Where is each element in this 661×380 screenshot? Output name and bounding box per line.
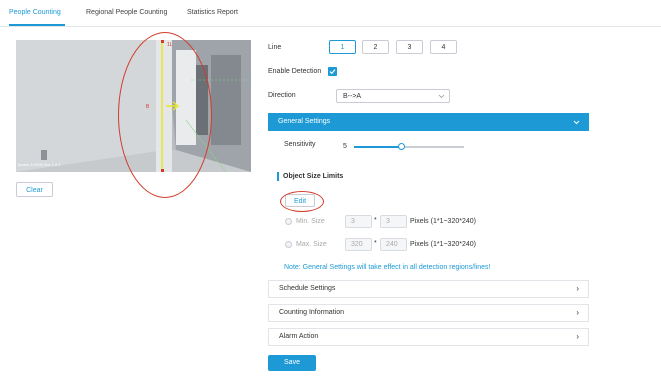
min-size-height-input[interactable]: 3 [380,215,407,228]
alarm-action-section[interactable]: Alarm Action › [268,328,589,346]
times-symbol: * [374,240,377,247]
line-option-3[interactable]: 3 [396,40,423,54]
sensitivity-slider-fill [354,146,402,148]
chevron-right-icon: › [576,308,579,317]
enable-detection-label: Enable Detection [268,68,322,75]
general-settings-title: General Settings [278,118,331,125]
counting-information-section[interactable]: Counting Information › [268,304,589,322]
line-label: Line [268,44,282,51]
direction-select[interactable]: B-->A [336,89,450,103]
clear-button[interactable]: Clear [16,182,53,197]
sensitivity-slider-handle[interactable] [398,143,405,150]
video-timestamp-overlay: Ipcam 1:00:00 Ecr 1:2:1 [18,162,61,167]
max-size-label: Max. Size [296,241,327,248]
line-option-4[interactable]: 4 [430,40,457,54]
tab-people-counting[interactable]: People Counting [9,9,61,16]
check-icon [329,69,336,75]
schedule-settings-label: Schedule Settings [279,285,336,292]
line-option-2[interactable]: 2 [362,40,389,54]
tab-regional-people-counting[interactable]: Regional People Counting [86,9,167,16]
alarm-action-label: Alarm Action [279,333,319,340]
chevron-right-icon: › [576,284,579,293]
tab-bar: People Counting Regional People Counting… [0,0,661,27]
min-size-units: Pixels (1*1~320*240) [410,218,476,225]
min-size-width-input[interactable]: 3 [345,215,372,228]
min-size-radio[interactable] [285,218,292,225]
max-size-units: Pixels (1*1~320*240) [410,241,476,248]
times-symbol: * [374,217,377,224]
min-size-label: Min. Size [296,218,325,225]
section-marker [277,172,279,181]
line-option-1[interactable]: 1 [329,40,356,54]
chevron-down-icon [573,120,580,125]
tab-statistics-report[interactable]: Statistics Report [187,9,238,16]
active-tab-indicator [9,24,65,26]
chevron-down-icon [438,94,445,99]
max-size-width-input[interactable]: 320 [345,238,372,251]
object-size-title: Object Size Limits [283,173,344,180]
enable-detection-checkbox[interactable] [328,67,337,76]
video-annotation-circle [118,32,212,198]
chevron-right-icon: › [576,332,579,341]
save-button[interactable]: Save [268,355,316,371]
general-settings-note: Note: General Settings will take effect … [284,264,491,271]
sensitivity-value: 5 [343,143,347,150]
edit-annotation-circle [280,191,324,212]
general-settings-header[interactable]: General Settings [268,113,589,131]
max-size-radio[interactable] [285,241,292,248]
counting-information-label: Counting Information [279,309,344,316]
direction-value: B-->A [343,93,362,100]
sensitivity-label: Sensitivity [284,141,316,148]
max-size-height-input[interactable]: 240 [380,238,407,251]
direction-label: Direction [268,92,296,99]
schedule-settings-section[interactable]: Schedule Settings › [268,280,589,298]
